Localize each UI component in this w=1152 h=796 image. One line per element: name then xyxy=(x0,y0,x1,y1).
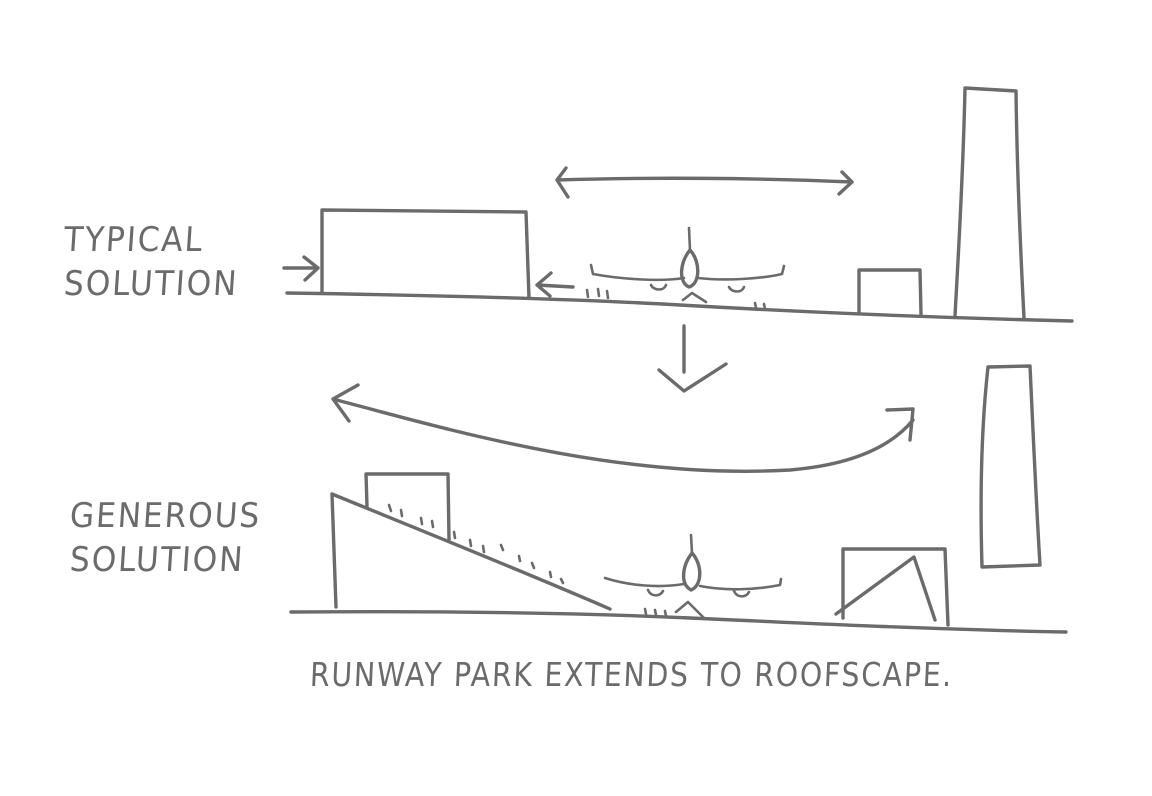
generous-sloped-roof-building xyxy=(330,492,612,611)
typical-terminal-building xyxy=(320,208,531,300)
generous-section xyxy=(289,364,1068,634)
typical-label-line-1: TYPICAL xyxy=(62,220,206,260)
typical-small-building xyxy=(857,268,923,316)
generous-span-arrow-icon xyxy=(331,383,915,473)
typical-solution-label: TYPICAL SOLUTION xyxy=(62,218,253,306)
generous-rooftop-box xyxy=(364,472,451,542)
typical-airplane-icon xyxy=(589,226,786,304)
typical-span-arrow-icon xyxy=(555,166,854,199)
generous-label-line-1: GENEROUS xyxy=(68,496,263,536)
generous-label-line-2: SOLUTION xyxy=(68,540,246,580)
generous-tower xyxy=(979,364,1042,569)
typical-label-line-2: SOLUTION xyxy=(62,264,240,304)
generous-rooftop-people-dots xyxy=(387,503,565,585)
transition-down-arrow-icon xyxy=(657,324,728,393)
typical-section xyxy=(282,86,1074,323)
generous-ground-line xyxy=(289,609,1068,634)
diagram-caption: RUNWAY PARK EXTENDS TO ROOFSCAPE. xyxy=(309,655,954,694)
typical-inward-arrow-icon xyxy=(282,255,320,282)
typical-tower xyxy=(953,86,1026,320)
generous-solution-label: GENEROUS SOLUTION xyxy=(68,494,278,582)
generous-ramp-building xyxy=(834,547,950,627)
generous-airplane-icon xyxy=(603,533,783,620)
typical-short-arrow-icon xyxy=(535,271,575,298)
